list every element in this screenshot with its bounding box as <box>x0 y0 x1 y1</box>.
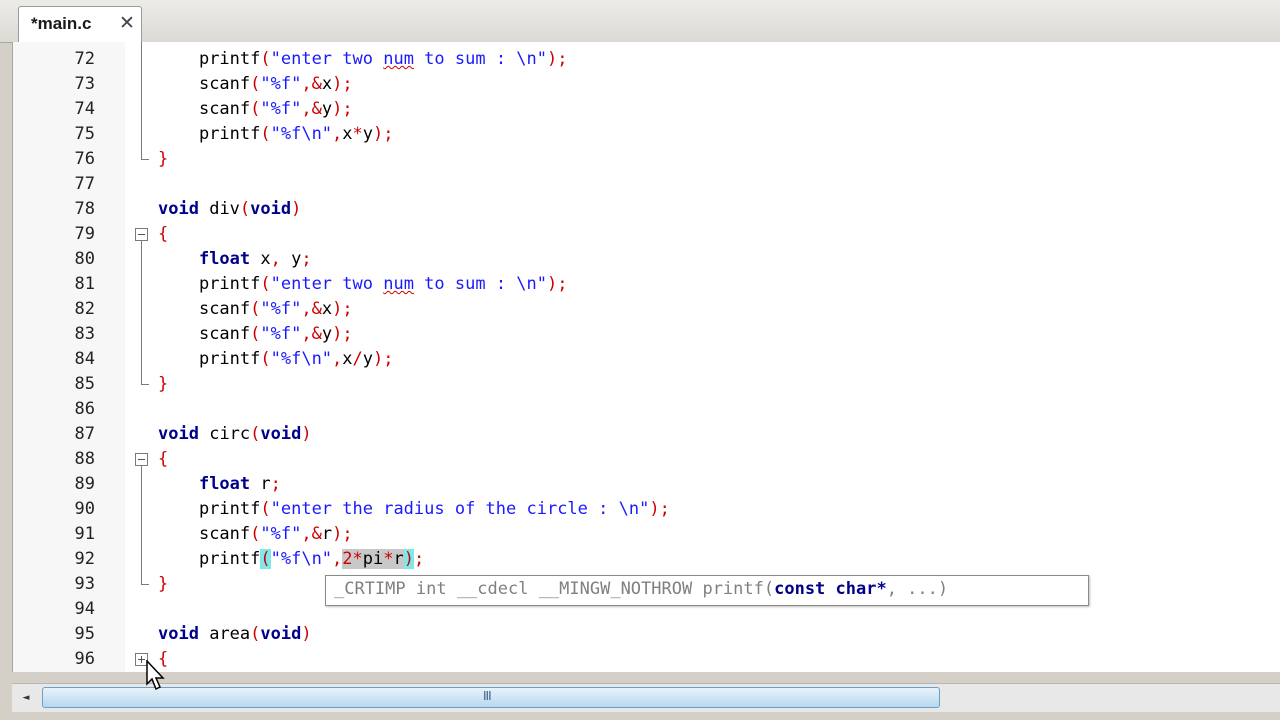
code-text: printf("%f\n",2*pi*r); <box>198 549 425 569</box>
scrollbar-thumb[interactable]: III <box>42 687 940 708</box>
fold-end <box>141 584 149 585</box>
code-line[interactable]: 81 printf("enter two num to sum : \n"); <box>13 272 1280 297</box>
line-number: 88 <box>74 449 95 469</box>
call-tip-tooltip: _CRTIMP int __cdecl __MINGW_NOTHROW prin… <box>325 575 1089 606</box>
line-number: 95 <box>74 624 95 644</box>
code-text: void area(void) <box>158 624 312 644</box>
code-line[interactable]: 84 printf("%f\n",x/y); <box>13 347 1280 372</box>
code-line[interactable]: 79 { <box>13 222 1280 247</box>
code-editor[interactable]: 72 printf("enter two num to sum : \n"); 7… <box>12 42 1280 672</box>
scroll-left-icon[interactable]: ◄ <box>16 689 36 707</box>
line-number: 92 <box>74 549 95 569</box>
code-line[interactable]: 86 <box>13 397 1280 422</box>
code-line[interactable]: 76} <box>13 147 1280 172</box>
code-text: float x, y; <box>198 249 312 269</box>
tab-bar: *main.c ✕ <box>0 0 1280 43</box>
call-tip-text: _CRTIMP int __cdecl __MINGW_NOTHROW prin… <box>334 579 949 599</box>
code-text: float r; <box>198 474 281 494</box>
scrollbar-grip-icon: III <box>483 689 492 703</box>
fold-collapse-icon[interactable] <box>135 228 148 241</box>
code-text: printf("%f\n",x*y); <box>198 124 394 144</box>
line-number: 84 <box>74 349 95 369</box>
code-text: { <box>158 449 169 469</box>
code-text: printf("enter two num to sum : \n"); <box>198 274 568 294</box>
line-number: 82 <box>74 299 95 319</box>
code-line[interactable]: 82 scanf("%f",&x); <box>13 297 1280 322</box>
code-text: } <box>158 574 169 594</box>
code-text: scanf("%f",&y); <box>198 324 353 344</box>
line-number: 85 <box>74 374 95 394</box>
line-number: 91 <box>74 524 95 544</box>
code-text: scanf("%f",&x); <box>198 299 353 319</box>
horizontal-scrollbar[interactable]: ◄ III <box>12 683 1280 712</box>
line-number: 93 <box>74 574 95 594</box>
line-number: 76 <box>74 149 95 169</box>
code-line[interactable]: 83 scanf("%f",&y); <box>13 322 1280 347</box>
code-line[interactable]: 89 float r; <box>13 472 1280 497</box>
line-number: 90 <box>74 499 95 519</box>
code-text: scanf("%f",&r); <box>198 524 353 544</box>
line-number: 94 <box>74 599 95 619</box>
fold-end <box>141 159 149 160</box>
code-text: } <box>158 374 169 394</box>
fold-collapse-icon[interactable] <box>135 453 148 466</box>
code-line[interactable]: 72 printf("enter two num to sum : \n"); <box>13 47 1280 72</box>
line-number: 87 <box>74 424 95 444</box>
code-text: void div(void) <box>158 199 302 219</box>
mouse-pointer-icon <box>146 660 165 691</box>
code-line[interactable]: 74 scanf("%f",&y); <box>13 97 1280 122</box>
fold-end <box>141 384 149 385</box>
code-line[interactable]: 96{ <box>13 647 1280 672</box>
code-text: printf("%f\n",x/y); <box>198 349 394 369</box>
line-number: 89 <box>74 474 95 494</box>
code-line[interactable]: 88 { <box>13 447 1280 472</box>
code-text: scanf("%f",&y); <box>198 99 353 119</box>
code-line[interactable]: 73 scanf("%f",&x); <box>13 72 1280 97</box>
code-line[interactable]: 85} <box>13 372 1280 397</box>
close-icon[interactable]: ✕ <box>119 12 135 35</box>
code-text: scanf("%f",&x); <box>198 74 353 94</box>
code-line[interactable]: 87 void circ(void) <box>13 422 1280 447</box>
fold-line <box>141 241 142 384</box>
tab-main-c[interactable]: *main.c ✕ <box>18 6 142 42</box>
line-number: 72 <box>74 49 95 69</box>
line-number: 80 <box>74 249 95 269</box>
code-line[interactable]: 75 printf("%f\n",x*y); <box>13 122 1280 147</box>
code-line[interactable]: 78 void div(void) <box>13 197 1280 222</box>
line-number: 83 <box>74 324 95 344</box>
line-number: 74 <box>74 99 95 119</box>
line-number: 96 <box>74 649 95 669</box>
code-line[interactable]: 95 void area(void) <box>13 622 1280 647</box>
line-number: 79 <box>74 224 95 244</box>
code-text: } <box>158 149 169 169</box>
code-text: printf("enter two num to sum : \n"); <box>198 49 568 69</box>
line-number: 81 <box>74 274 95 294</box>
line-number: 75 <box>74 124 95 144</box>
code-text: { <box>158 224 169 244</box>
code-line[interactable]: 92 printf("%f\n",2*pi*r); <box>13 547 1280 572</box>
line-number: 78 <box>74 199 95 219</box>
code-line[interactable]: 80 float x, y; <box>13 247 1280 272</box>
tab-label: *main.c <box>31 14 92 33</box>
code-text: void circ(void) <box>158 424 312 444</box>
line-number: 73 <box>74 74 95 94</box>
fold-line <box>141 466 142 584</box>
line-number: 86 <box>74 399 95 419</box>
code-text: printf("enter the radius of the circle :… <box>198 499 670 519</box>
code-line[interactable]: 90 printf("enter the radius of the circl… <box>13 497 1280 522</box>
code-line[interactable]: 77 <box>13 172 1280 197</box>
line-number: 77 <box>74 174 95 194</box>
fold-line <box>141 42 142 159</box>
code-line[interactable]: 91 scanf("%f",&r); <box>13 522 1280 547</box>
